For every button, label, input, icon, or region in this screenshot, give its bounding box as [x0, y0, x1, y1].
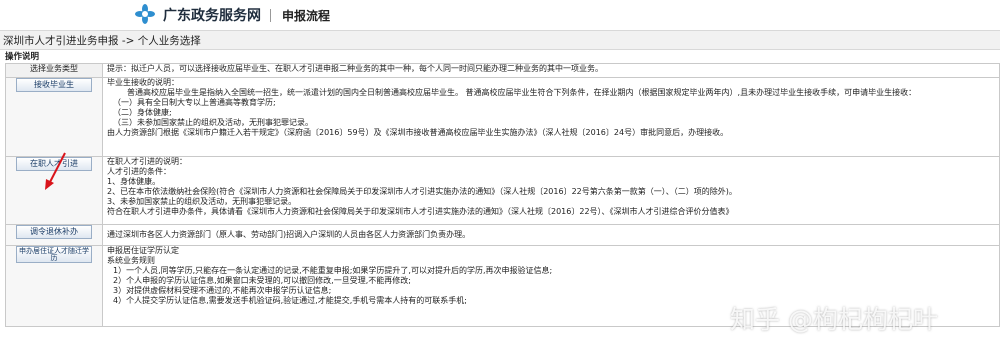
section-title: 操作说明 [5, 52, 40, 62]
description-line: （一）具有全日制大专以上普通高等教育学历; [113, 98, 276, 107]
table-row: 调令退休补办 通过深圳市各区人力资源部门（原人事、劳动部门)招调入户深圳的人员由… [5, 224, 1000, 246]
top-bar: 广东政务服务网 申报流程 [0, 0, 1000, 30]
accept-graduate-button[interactable]: 接收毕业生 [16, 78, 92, 92]
description-line: 人才引进的条件： [107, 167, 171, 176]
table-row: 选择业务类型 提示：拟迁户人员，可以选择接收应届毕业生、在职人才引进申报二种业务… [5, 63, 1000, 78]
talent-description: 在职人才引进的说明： 人才引进的条件： 1、身体健康。 2、已在本市依法缴纳社会… [102, 156, 1000, 225]
tip-text: 提示：拟迁户人员，可以选择接收应届毕业生、在职人才引进申报二种业务的其中一种，每… [102, 63, 1000, 78]
page-title: 申报流程 [282, 9, 331, 23]
transfer-description: 通过深圳市各区人力资源部门（原人事、劳动部门)招调入户深圳的人员由各区人力资源部… [102, 224, 1000, 246]
description-line: 2、已在本市依法缴纳社会保险(符合《深圳市人力资源和社会保障局关于印发深圳市人才… [107, 187, 737, 196]
description-line: 通过深圳市各区人力资源部门（原人事、劳动部门)招调入户深圳的人员由各区人力资源部… [107, 230, 471, 239]
description-line: （三）未参加国家禁止的组织及活动，无刑事犯罪记录。 [113, 118, 313, 127]
description-line: 3、未参加国家禁止的组织及活动，无刑事犯罪记录。 [107, 197, 297, 206]
description-line: 1）一个人员,同等学历,只能存在一条认定通过的记录,不能重复申报;如果学历提升了… [113, 266, 553, 275]
transfer-order-button[interactable]: 调令退休补办 [16, 225, 92, 239]
description-line: 2）个人申报的学历认证信息,如果窗口未受理的,可以撤回修改,一旦受理,不能再修改… [113, 276, 411, 285]
description-line: （二）身体健康; [113, 108, 172, 117]
watermark: 知乎 @枸杞枸杞叶 [730, 305, 938, 334]
description-line: 毕业生接收的说明： [107, 78, 179, 88]
description-line: 在职人才引进的说明： [107, 157, 187, 167]
description-line: 3）对提供虚假材料受理不通过的,不能再次申报学历认证信息; [113, 286, 332, 295]
site-logo-icon [135, 4, 155, 24]
table-row: 接收毕业生 毕业生接收的说明： 普通高校应届毕业生是指纳入全国统一招生，统一派遣… [5, 77, 1000, 157]
talent-introduction-button[interactable]: 在职人才引进 [16, 157, 92, 171]
description-line: 符合在职人才引进申办条件，具体请看《深圳市人力资源和社会保障局关于印发深圳市人才… [107, 207, 734, 216]
graduate-description: 毕业生接收的说明： 普通高校应届毕业生是指纳入全国统一招生，统一派遣计划的国内全… [102, 77, 1000, 157]
business-type-table: 选择业务类型 提示：拟迁户人员，可以选择接收应届毕业生、在职人才引进申报二种业务… [5, 63, 1000, 327]
breadcrumb: 深圳市人才引进业务申报 -> 个人业务选择 [0, 30, 1000, 50]
description-line: 普通高校应届毕业生是指纳入全国统一招生，统一派遣计划的国内全日制普通高校应届毕业… [127, 88, 917, 97]
column-label: 选择业务类型 [5, 63, 103, 78]
site-name[interactable]: 广东政务服务网 [163, 5, 261, 25]
description-line: 系统业务规则 [107, 256, 155, 265]
header-divider [270, 9, 271, 22]
description-line: 申报居住证学历认定 [107, 246, 179, 256]
description-line: 由人力资源部门根据《深圳市户籍迁入若干规定》（深府函〔2016〕59号）及《深圳… [107, 128, 729, 137]
table-row: 在职人才引进 在职人才引进的说明： 人才引进的条件： 1、身体健康。 2、已在本… [5, 156, 1000, 225]
residence-permit-education-button[interactable]: 申办居住证人才随迁学历 [16, 246, 92, 263]
description-line: 1、身体健康。 [107, 177, 161, 186]
